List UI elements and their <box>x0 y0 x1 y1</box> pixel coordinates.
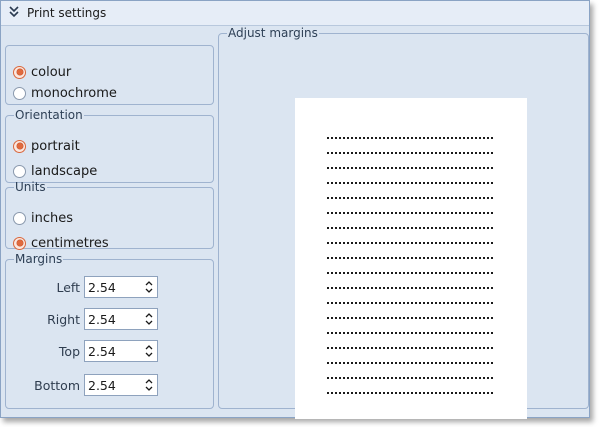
window-title: Print settings <box>27 6 107 20</box>
radio-label: portrait <box>31 138 80 154</box>
text-line <box>327 137 493 139</box>
margin-bottom-label: Bottom <box>34 378 80 393</box>
text-line <box>327 257 493 259</box>
group-legend: Adjust margins <box>228 26 318 40</box>
text-line <box>327 362 493 364</box>
text-line <box>327 212 493 214</box>
spinner-arrows-icon[interactable] <box>144 279 154 295</box>
margin-bottom-row: Bottom 2.54 <box>8 373 158 397</box>
text-line <box>327 377 493 379</box>
margin-right-spinner[interactable]: 2.54 <box>84 308 158 330</box>
radio-button[interactable] <box>13 164 26 178</box>
radio-label: landscape <box>31 163 98 179</box>
margin-right-row: Right 2.54 <box>8 307 158 331</box>
text-line <box>327 242 493 244</box>
adjust-margins-panel: Adjust margins <box>218 26 589 419</box>
orientation-group: Orientation portrait landscape <box>5 109 214 183</box>
text-line <box>327 302 493 304</box>
group-legend: Units <box>15 180 46 194</box>
text-line <box>327 347 493 349</box>
radio-landscape[interactable]: landscape <box>13 162 97 180</box>
text-line <box>327 392 493 394</box>
margin-left-label: Left <box>56 280 80 295</box>
radio-button[interactable] <box>13 65 26 79</box>
title-bar[interactable]: Print settings <box>1 1 589 26</box>
radio-inches[interactable]: inches <box>13 209 73 227</box>
margins-group: Margins Left 2.54 Right 2.54 Top 2.54 Bo… <box>5 253 214 409</box>
margin-top-spinner[interactable]: 2.54 <box>84 340 158 362</box>
page-preview[interactable] <box>295 98 527 419</box>
margin-left-row: Left 2.54 <box>8 275 158 299</box>
radio-button[interactable] <box>13 139 26 153</box>
spinner-value[interactable]: 2.54 <box>88 378 116 393</box>
margin-bottom-spinner[interactable]: 2.54 <box>84 374 158 396</box>
radio-button[interactable] <box>13 236 26 250</box>
spinner-value[interactable]: 2.54 <box>88 280 116 295</box>
radio-button[interactable] <box>13 211 26 225</box>
spinner-arrows-icon[interactable] <box>144 311 154 327</box>
print-settings-window: Print settings colour monochrome Orienta… <box>0 0 590 419</box>
color-mode-group: colour monochrome <box>5 45 214 105</box>
text-line <box>327 227 493 229</box>
radio-label: colour <box>31 64 72 80</box>
text-line <box>327 317 493 319</box>
radio-label: monochrome <box>31 85 117 101</box>
spinner-value[interactable]: 2.54 <box>88 312 116 327</box>
margin-right-label: Right <box>47 312 80 327</box>
text-line <box>327 272 493 274</box>
spinner-arrows-icon[interactable] <box>144 377 154 393</box>
text-line <box>327 152 493 154</box>
text-line <box>327 182 493 184</box>
margin-left-spinner[interactable]: 2.54 <box>84 276 158 298</box>
units-group: Units inches centimetres <box>5 180 214 252</box>
text-line <box>327 197 493 199</box>
margin-top-row: Top 2.54 <box>8 339 158 363</box>
radio-label: inches <box>31 210 74 226</box>
text-line <box>327 167 493 169</box>
radio-monochrome[interactable]: monochrome <box>13 84 117 102</box>
text-line <box>327 332 493 334</box>
margin-top-label: Top <box>58 344 80 359</box>
radio-label: centimetres <box>31 235 109 251</box>
radio-centimetres[interactable]: centimetres <box>13 234 109 252</box>
double-chevron-down-icon[interactable] <box>8 4 20 20</box>
radio-button[interactable] <box>13 86 26 100</box>
radio-portrait[interactable]: portrait <box>13 137 80 155</box>
radio-colour[interactable]: colour <box>13 63 71 81</box>
spinner-arrows-icon[interactable] <box>144 343 154 359</box>
spinner-value[interactable]: 2.54 <box>88 344 116 359</box>
group-legend: Margins <box>15 252 63 266</box>
group-legend: Orientation <box>15 108 83 122</box>
text-line <box>327 287 493 289</box>
